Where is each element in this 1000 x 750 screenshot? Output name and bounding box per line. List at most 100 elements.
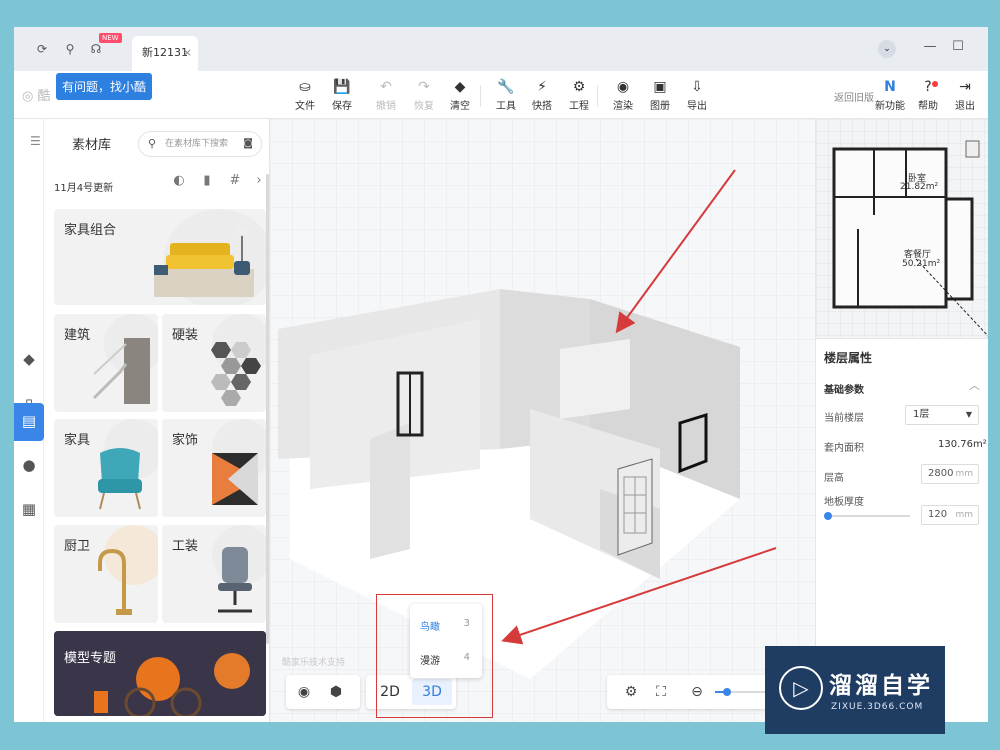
eraser-icon: ◆	[454, 79, 466, 95]
view-mode-option[interactable]: 漫游 4	[420, 652, 476, 667]
undo-tool-button[interactable]: ↶ 撤销	[369, 77, 403, 112]
floor-height-label: 层高	[824, 473, 844, 484]
grid-thumb-icon[interactable]: #	[224, 173, 246, 195]
tool-label: 恢复	[414, 101, 434, 112]
card-label: 建筑	[64, 328, 91, 343]
refresh-icon[interactable]: ⟳	[34, 41, 50, 57]
camera-icon[interactable]: ◙	[243, 132, 253, 156]
card-furniture-combo[interactable]: 家具组合	[54, 209, 266, 305]
slab-thickness-slider[interactable]	[823, 512, 910, 520]
save-tool-button[interactable]: 💾 保存	[325, 77, 359, 112]
render-tool-button[interactable]: ◉ 渲染	[606, 77, 640, 112]
minimap-living-area: 50.21m²	[902, 259, 941, 269]
card-label: 家具组合	[64, 223, 117, 238]
canvas-view-tools: ◉ ⬢	[286, 675, 360, 709]
lightning-icon: ⚡	[537, 79, 547, 95]
design-canvas-3d[interactable]: 酷家乐技术支持 ◉ ⬢ 2D 3D 鸟瞰 3 漫游 4 ⚙ ⛶ ⊖	[270, 119, 815, 722]
inner-area-label: 套内面积	[824, 443, 864, 454]
view-mode-shortcut: 3	[463, 618, 470, 629]
user-icon[interactable]: ●	[19, 455, 39, 475]
camera-settings-icon[interactable]: ⚙	[621, 682, 641, 702]
card-furniture[interactable]: 家具	[54, 419, 158, 517]
main-toolbar: ◎ 酷 有问题，找小酷 ⛀ 文件 💾 保存 ↶ 撤销 ↷ 恢复 ◆ 清空 🔧 工具 ⚡ 快搭 ⚙ 工程 ◉ 渲染 ▣…	[14, 71, 988, 119]
card-kitchen-bath[interactable]: 厨卫	[54, 525, 158, 623]
properties-title: 楼层属性	[824, 351, 873, 365]
card-label: 厨卫	[64, 539, 91, 554]
help-tooltip[interactable]: 有问题，找小酷	[56, 73, 153, 100]
cube-view-icon[interactable]: ⬢	[326, 682, 346, 702]
view-mode-option[interactable]: 鸟瞰 3	[420, 618, 476, 633]
card-model-topic[interactable]: 模型专题	[54, 631, 266, 716]
card-home-decor[interactable]: 家饰	[162, 419, 266, 517]
new-features-label: 新功能	[875, 101, 905, 112]
card-building[interactable]: 建筑	[54, 314, 158, 412]
project-icon: ⚙	[572, 79, 586, 95]
cabinet-icon[interactable]: ▦	[19, 499, 39, 519]
file-tool-button[interactable]: ⛀ 文件	[288, 77, 322, 112]
project-tool-button[interactable]: ⚙ 工程	[562, 77, 596, 112]
slab-slider-knob[interactable]	[823, 512, 832, 520]
title-bar: ⟳ ⚲ ☊ NEW 新12131 × ⌄ — ☐	[14, 27, 988, 71]
brand-name: 溜溜自学	[829, 673, 933, 699]
undo-icon: ↶	[380, 79, 392, 95]
tool-label: 工程	[569, 101, 589, 112]
wrench-icon: 🔧	[497, 79, 515, 95]
app-window: ⟳ ⚲ ☊ NEW 新12131 × ⌄ — ☐ ◎ 酷 有问题，找小酷 ⛀ 文件…	[14, 27, 988, 722]
cube-icon[interactable]: ◆	[19, 349, 39, 369]
basic-params-section[interactable]: 基础参数	[824, 381, 864, 396]
card-workspace[interactable]: 工装	[162, 525, 266, 623]
zoom-out-icon[interactable]: ⊖	[687, 682, 707, 702]
lamp-thumb-icon[interactable]: ◐	[168, 173, 190, 195]
app-logo-text: 酷	[37, 89, 51, 104]
play-logo-icon: ▷	[779, 666, 823, 710]
link-icon[interactable]: ⚲	[62, 41, 78, 57]
tab-close-icon[interactable]: ×	[183, 36, 192, 70]
floor-select[interactable]: 1层 ▼	[905, 405, 979, 425]
fit-screen-icon[interactable]: ⛶	[651, 682, 671, 702]
floor-height-input[interactable]: 2800 mm	[921, 464, 979, 484]
tool-label: 快搭	[532, 101, 552, 112]
logout-button[interactable]: ⇥ 退出	[948, 77, 982, 112]
stairs-image	[92, 338, 150, 404]
view-mode-toggle: 2D 3D	[366, 675, 456, 709]
chevron-up-icon[interactable]: ︿	[969, 377, 980, 393]
headset-icon[interactable]: ☊	[88, 41, 104, 57]
eye-icon[interactable]: ◉	[294, 682, 314, 702]
card-label: 工装	[172, 539, 199, 554]
slab-thickness-label: 地板厚度	[824, 497, 864, 508]
minimap-bedroom-area: 21.82m²	[900, 182, 939, 192]
tool-label: 渲染	[613, 101, 633, 112]
card-hard-decoration[interactable]: 硬装	[162, 314, 266, 412]
back-old-version-link[interactable]: 返回旧版	[834, 89, 874, 104]
search-icon: ⚲	[148, 137, 157, 150]
export-icon: ⇩	[691, 79, 703, 95]
gallery-tool-button[interactable]: ▣ 图册	[643, 77, 677, 112]
tab-design[interactable]: 新12131 ×	[132, 36, 198, 71]
material-search-input[interactable]: ⚲ 在素材库下搜索 ◙	[138, 131, 262, 157]
panel-scrollbar[interactable]	[266, 174, 269, 644]
save-icon: 💾	[333, 79, 351, 95]
view-3d-button[interactable]: 3D	[412, 679, 452, 705]
tool-label: 保存	[332, 101, 352, 112]
inner-area-value: 130.76m²	[938, 439, 987, 450]
wrench-tool-button[interactable]: 🔧 工具	[489, 77, 523, 112]
maximize-button[interactable]: ☐	[948, 39, 968, 54]
app-logo: ◎ 酷	[22, 89, 51, 104]
collapse-icon[interactable]: ⌄	[878, 40, 896, 58]
view-2d-button[interactable]: 2D	[370, 679, 410, 705]
help-button[interactable]: ? 帮助	[911, 77, 945, 112]
slab-thickness-input[interactable]: 120 mm	[921, 505, 979, 525]
lightning-tool-button[interactable]: ⚡ 快搭	[525, 77, 559, 112]
material-library-icon[interactable]: ▤	[19, 411, 39, 431]
tool-label: 工具	[496, 101, 516, 112]
floorplan-minimap[interactable]: 卧室 21.82m² 客餐厅 50.21m²	[816, 119, 988, 339]
zoom-slider-knob[interactable]	[723, 688, 731, 696]
export-tool-button[interactable]: ⇩ 导出	[680, 77, 714, 112]
menu-icon[interactable]: ☰	[30, 134, 41, 148]
new-features-button[interactable]: N 新功能	[873, 77, 907, 112]
eraser-tool-button[interactable]: ◆ 清空	[443, 77, 477, 112]
redo-tool-button[interactable]: ↷ 恢复	[407, 77, 441, 112]
column-thumb-icon[interactable]: ▮	[196, 173, 218, 195]
brand-url: ZIXUE.3D66.COM	[831, 702, 924, 712]
minimize-button[interactable]: —	[920, 39, 940, 54]
